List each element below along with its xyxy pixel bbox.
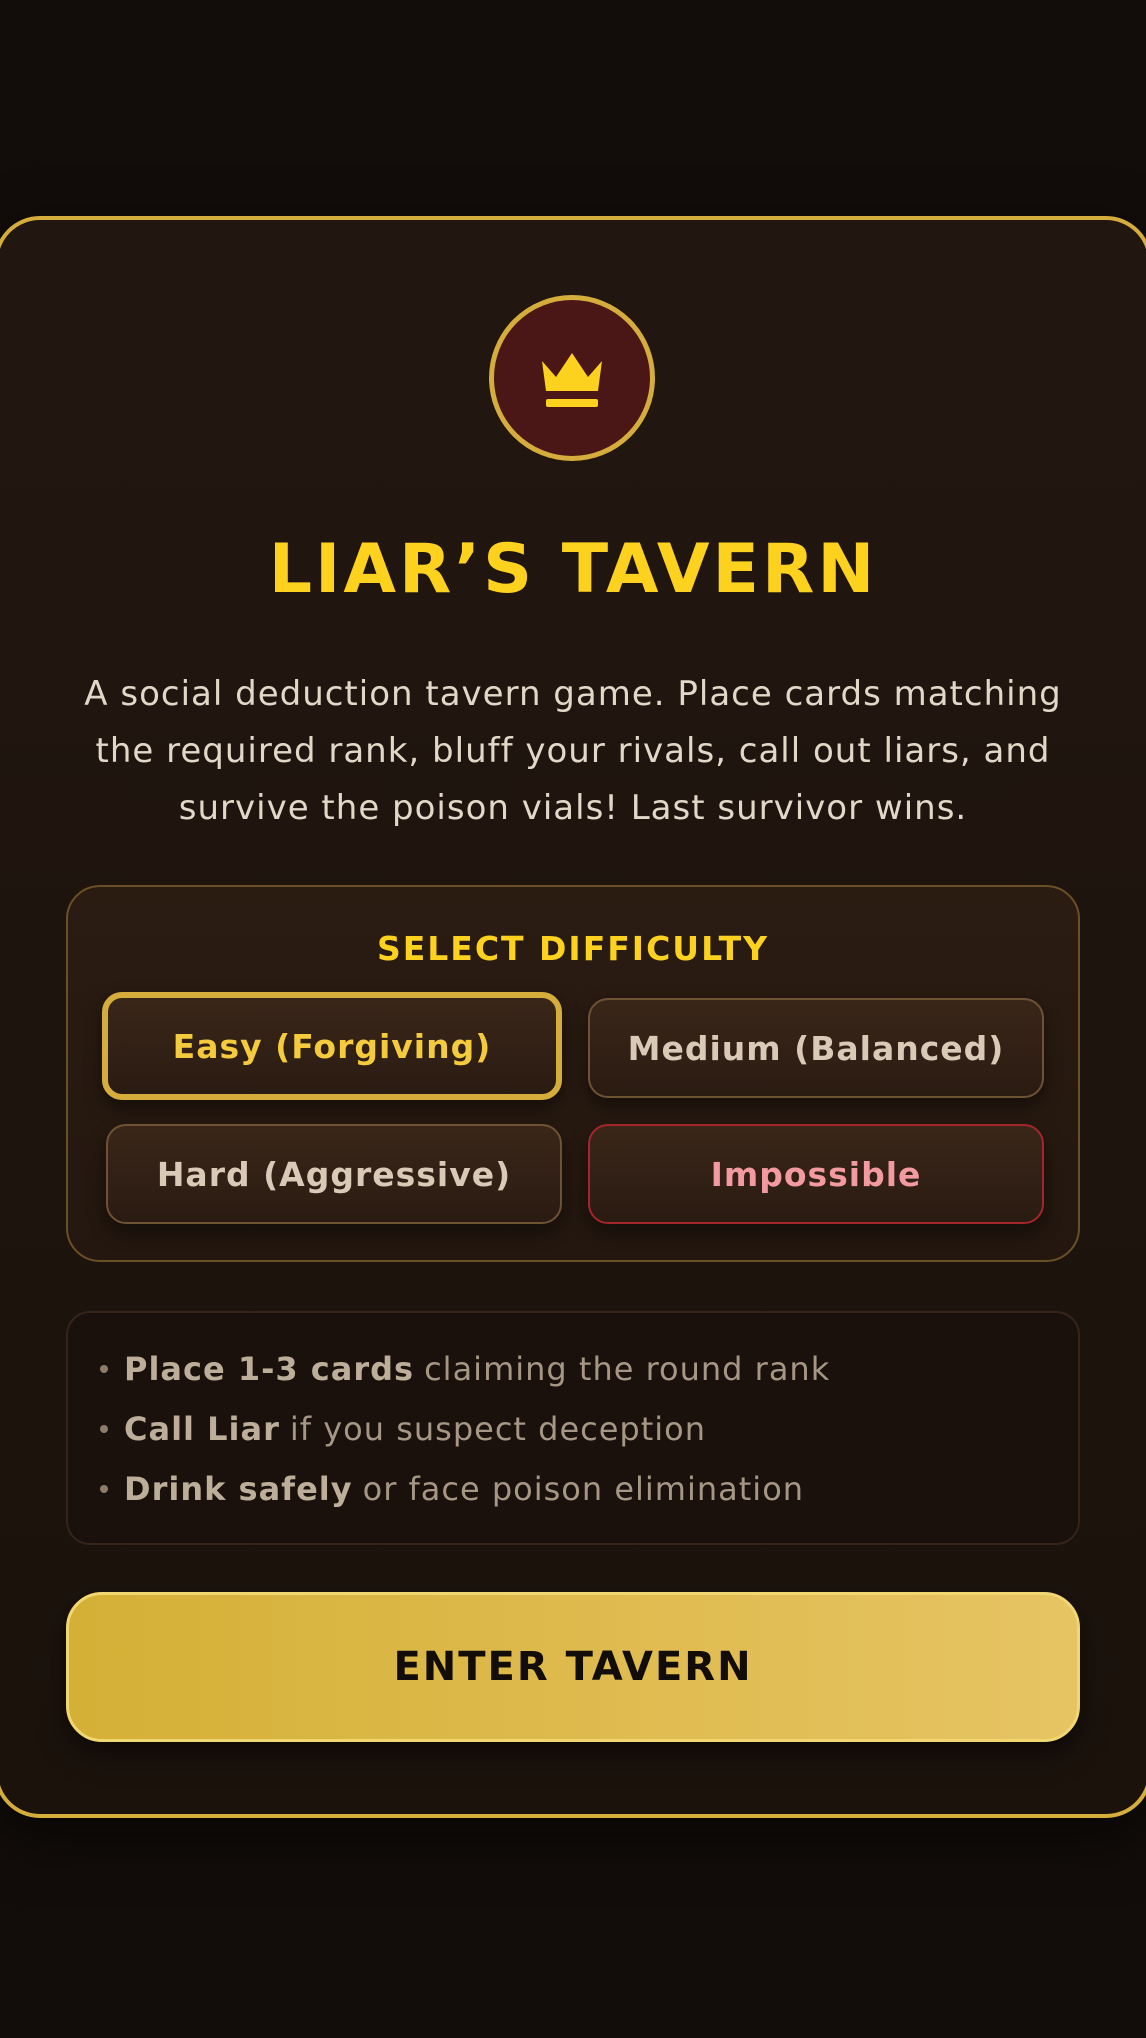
bullet-icon [100,1485,108,1493]
rule-item: Call Liar if you suspect deception [100,1399,830,1459]
rule-item: Place 1-3 cards claiming the round rank [100,1339,830,1399]
game-description: A social deduction tavern game. Place ca… [84,674,1062,828]
difficulty-medium-button[interactable]: Medium (Balanced) [588,998,1044,1098]
crown-icon [542,353,602,407]
rules-list: Place 1-3 cards claiming the round rank … [100,1339,830,1519]
enter-tavern-button[interactable]: ENTER TAVERN [66,1592,1080,1742]
rules-panel: Place 1-3 cards claiming the round rank … [66,1311,1080,1545]
rule-keyword: Drink safely [124,1470,353,1508]
crown-emblem [489,295,655,461]
difficulty-impossible-button[interactable]: Impossible [588,1124,1044,1224]
difficulty-heading: SELECT DIFFICULTY [376,929,770,968]
bullet-icon [100,1365,108,1373]
difficulty-panel: SELECT DIFFICULTY Easy (Forgiving) Mediu… [66,885,1080,1262]
difficulty-hard-button[interactable]: Hard (Aggressive) [106,1124,562,1224]
rule-keyword: Place 1-3 cards [124,1350,415,1388]
bullet-icon [100,1425,108,1433]
difficulty-easy-button[interactable]: Easy (Forgiving) [102,992,562,1100]
rule-text: claiming the round rank [424,1350,831,1388]
rule-text: if you suspect deception [289,1410,707,1448]
rule-item: Drink safely or face poison elimination [100,1459,830,1519]
game-title: LIAR’S TAVERN [268,530,878,609]
game-start-screen: LIAR’S TAVERN A social deduction tavern … [0,0,1146,2038]
rule-keyword: Call Liar [124,1410,280,1448]
rule-text: or face poison elimination [362,1470,805,1508]
